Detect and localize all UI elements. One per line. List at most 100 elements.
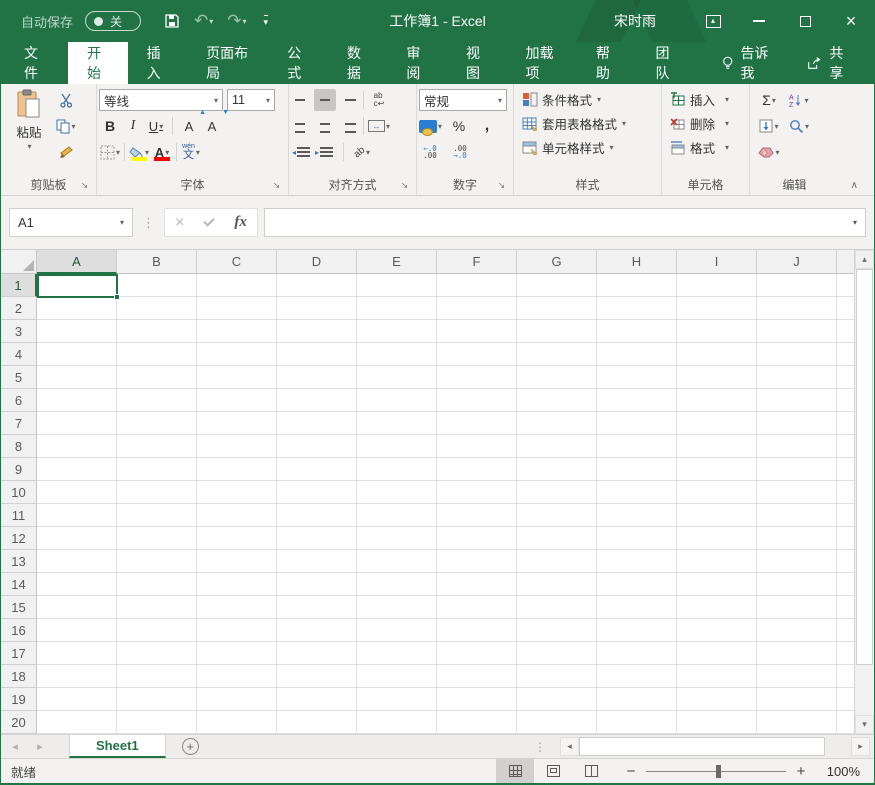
cell-J12[interactable] xyxy=(757,527,837,550)
cell-F9[interactable] xyxy=(437,458,517,481)
cell-A3[interactable] xyxy=(37,320,117,343)
cell-partial-18[interactable] xyxy=(837,665,854,688)
autosave-toggle[interactable]: 关 xyxy=(85,11,142,31)
cell-I12[interactable] xyxy=(677,527,757,550)
ribbon-tab-审阅[interactable]: 审阅 xyxy=(387,42,447,84)
row-header-2[interactable]: 2 xyxy=(1,297,37,320)
cell-partial-8[interactable] xyxy=(837,435,854,458)
cell-A1[interactable] xyxy=(37,274,117,297)
wrap-text-button[interactable]: ab c↩ xyxy=(368,89,390,111)
row-header-17[interactable]: 17 xyxy=(1,642,37,665)
cell-I9[interactable] xyxy=(677,458,757,481)
cell-J16[interactable] xyxy=(757,619,837,642)
row-header-3[interactable]: 3 xyxy=(1,320,37,343)
decrease-decimal-button[interactable]: .00 →.0 xyxy=(449,141,471,163)
cell-C9[interactable] xyxy=(197,458,277,481)
ribbon-tab-加载项[interactable]: 加载项 xyxy=(507,42,577,84)
cell-J2[interactable] xyxy=(757,297,837,320)
percent-style-button[interactable]: % xyxy=(448,115,470,137)
cell-A12[interactable] xyxy=(37,527,117,550)
cell-G6[interactable] xyxy=(517,389,597,412)
cell-D9[interactable] xyxy=(277,458,357,481)
tab-file[interactable]: 文件 xyxy=(5,42,68,84)
select-all-button[interactable] xyxy=(1,250,37,274)
cell-G1[interactable] xyxy=(517,274,597,297)
cell-E8[interactable] xyxy=(357,435,437,458)
column-header-A[interactable]: A xyxy=(37,250,117,274)
cell-D17[interactable] xyxy=(277,642,357,665)
cell-C19[interactable] xyxy=(197,688,277,711)
row-header-19[interactable]: 19 xyxy=(1,688,37,711)
cell-E14[interactable] xyxy=(357,573,437,596)
cell-G2[interactable] xyxy=(517,297,597,320)
cell-C13[interactable] xyxy=(197,550,277,573)
row-header-18[interactable]: 18 xyxy=(1,665,37,688)
cell-partial-9[interactable] xyxy=(837,458,854,481)
copy-button[interactable]: ▾ xyxy=(55,115,77,137)
column-header-D[interactable]: D xyxy=(277,250,357,274)
comma-style-button[interactable]: , xyxy=(476,115,498,137)
cell-H6[interactable] xyxy=(597,389,677,412)
cell-F1[interactable] xyxy=(437,274,517,297)
row-header-4[interactable]: 4 xyxy=(1,343,37,366)
cell-E11[interactable] xyxy=(357,504,437,527)
zoom-out-button[interactable]: − xyxy=(624,763,638,780)
cell-H2[interactable] xyxy=(597,297,677,320)
cell-D11[interactable] xyxy=(277,504,357,527)
row-header-1[interactable]: 1 xyxy=(1,274,37,297)
cell-J14[interactable] xyxy=(757,573,837,596)
cell-A9[interactable] xyxy=(37,458,117,481)
cell-D5[interactable] xyxy=(277,366,357,389)
cell-D6[interactable] xyxy=(277,389,357,412)
cell-partial-14[interactable] xyxy=(837,573,854,596)
cell-J3[interactable] xyxy=(757,320,837,343)
cell-A8[interactable] xyxy=(37,435,117,458)
cell-I4[interactable] xyxy=(677,343,757,366)
namebox-splitter-icon[interactable]: ⋮ xyxy=(142,215,155,231)
cell-E17[interactable] xyxy=(357,642,437,665)
cell-I5[interactable] xyxy=(677,366,757,389)
cell-C5[interactable] xyxy=(197,366,277,389)
cell-B4[interactable] xyxy=(117,343,197,366)
cell-D14[interactable] xyxy=(277,573,357,596)
cell-E6[interactable] xyxy=(357,389,437,412)
cell-J6[interactable] xyxy=(757,389,837,412)
maximize-button[interactable] xyxy=(782,0,828,42)
cell-D1[interactable] xyxy=(277,274,357,297)
cell-H12[interactable] xyxy=(597,527,677,550)
cell-E13[interactable] xyxy=(357,550,437,573)
cell-G14[interactable] xyxy=(517,573,597,596)
find-select-button[interactable]: ▾ xyxy=(788,115,810,137)
cell-D10[interactable] xyxy=(277,481,357,504)
scroll-right-icon[interactable]: ▸ xyxy=(851,737,870,756)
cell-H11[interactable] xyxy=(597,504,677,527)
cell-partial-3[interactable] xyxy=(837,320,854,343)
cell-C3[interactable] xyxy=(197,320,277,343)
increase-font-button[interactable]: A ▲ xyxy=(178,109,206,137)
cell-G5[interactable] xyxy=(517,366,597,389)
cell-G3[interactable] xyxy=(517,320,597,343)
cell-J17[interactable] xyxy=(757,642,837,665)
horizontal-scrollbar[interactable]: ◂ ▸ xyxy=(560,735,870,758)
align-bottom-button[interactable] xyxy=(337,89,359,111)
cell-F7[interactable] xyxy=(437,412,517,435)
increase-indent-button[interactable]: ▸ xyxy=(314,141,336,163)
cell-J8[interactable] xyxy=(757,435,837,458)
cell-F14[interactable] xyxy=(437,573,517,596)
cell-I16[interactable] xyxy=(677,619,757,642)
cell-I3[interactable] xyxy=(677,320,757,343)
ribbon-display-options-button[interactable]: ▴ xyxy=(690,0,736,42)
cell-A11[interactable] xyxy=(37,504,117,527)
cell-A16[interactable] xyxy=(37,619,117,642)
cell-F3[interactable] xyxy=(437,320,517,343)
cell-B12[interactable] xyxy=(117,527,197,550)
cell-C6[interactable] xyxy=(197,389,277,412)
vertical-scrollbar[interactable]: ▴ ▾ xyxy=(854,250,874,734)
cell-H4[interactable] xyxy=(597,343,677,366)
enter-icon[interactable] xyxy=(203,215,216,227)
ribbon-tab-页面布局[interactable]: 页面布局 xyxy=(187,42,268,84)
zoom-in-button[interactable]: + xyxy=(794,763,808,780)
increase-decimal-button[interactable]: ←.0.00 xyxy=(419,141,441,163)
zoom-level[interactable]: 100% xyxy=(818,764,860,779)
font-name-combo[interactable]: 等线 ▾ xyxy=(99,89,223,111)
